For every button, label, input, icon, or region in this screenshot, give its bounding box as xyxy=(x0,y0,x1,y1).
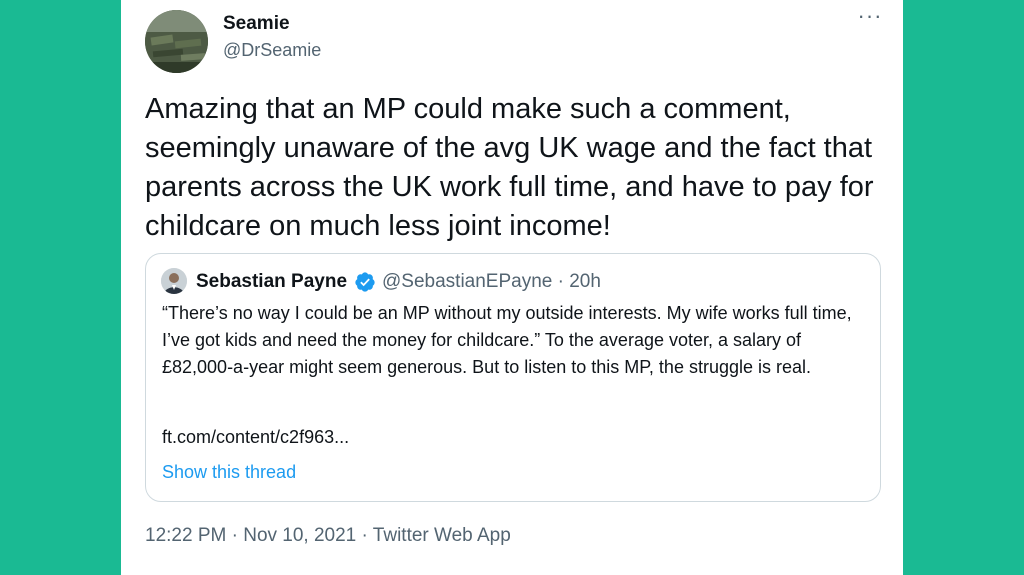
quoted-tweet-text: “There’s no way I could be an MP without… xyxy=(162,303,852,377)
quoted-author-name[interactable]: Sebastian Payne xyxy=(196,271,347,293)
tweet-date[interactable]: Nov 10, 2021 xyxy=(243,525,356,546)
avatar-image xyxy=(145,10,208,73)
quoted-link[interactable]: ft.com/content/c2f963... xyxy=(162,427,349,448)
quoted-avatar-image xyxy=(161,268,187,294)
tweet-text: Amazing that an MP could make such a com… xyxy=(145,93,874,242)
tweet-card: Seamie @DrSeamie ··· Amazing that an MP … xyxy=(121,0,903,575)
author-avatar[interactable] xyxy=(145,10,208,73)
verified-badge-icon xyxy=(355,272,375,292)
tweet-time[interactable]: 12:22 PM xyxy=(145,525,226,546)
author-handle[interactable]: @DrSeamie xyxy=(223,40,321,61)
tweet-source[interactable]: Twitter Web App xyxy=(373,525,511,546)
more-options-icon[interactable]: ··· xyxy=(857,5,883,30)
separator: · xyxy=(226,525,244,546)
quoted-handle-time[interactable]: @SebastianEPayne · 20h xyxy=(382,271,601,293)
tweet-metadata: 12:22 PM · Nov 10, 2021 · Twitter Web Ap… xyxy=(145,525,511,547)
show-thread-link[interactable]: Show this thread xyxy=(162,462,296,483)
quoted-author-avatar[interactable] xyxy=(161,268,187,294)
separator: · xyxy=(356,525,373,546)
quoted-tweet[interactable]: Sebastian Payne @SebastianEPayne · 20h “… xyxy=(145,253,881,502)
author-display-name[interactable]: Seamie xyxy=(223,13,290,35)
